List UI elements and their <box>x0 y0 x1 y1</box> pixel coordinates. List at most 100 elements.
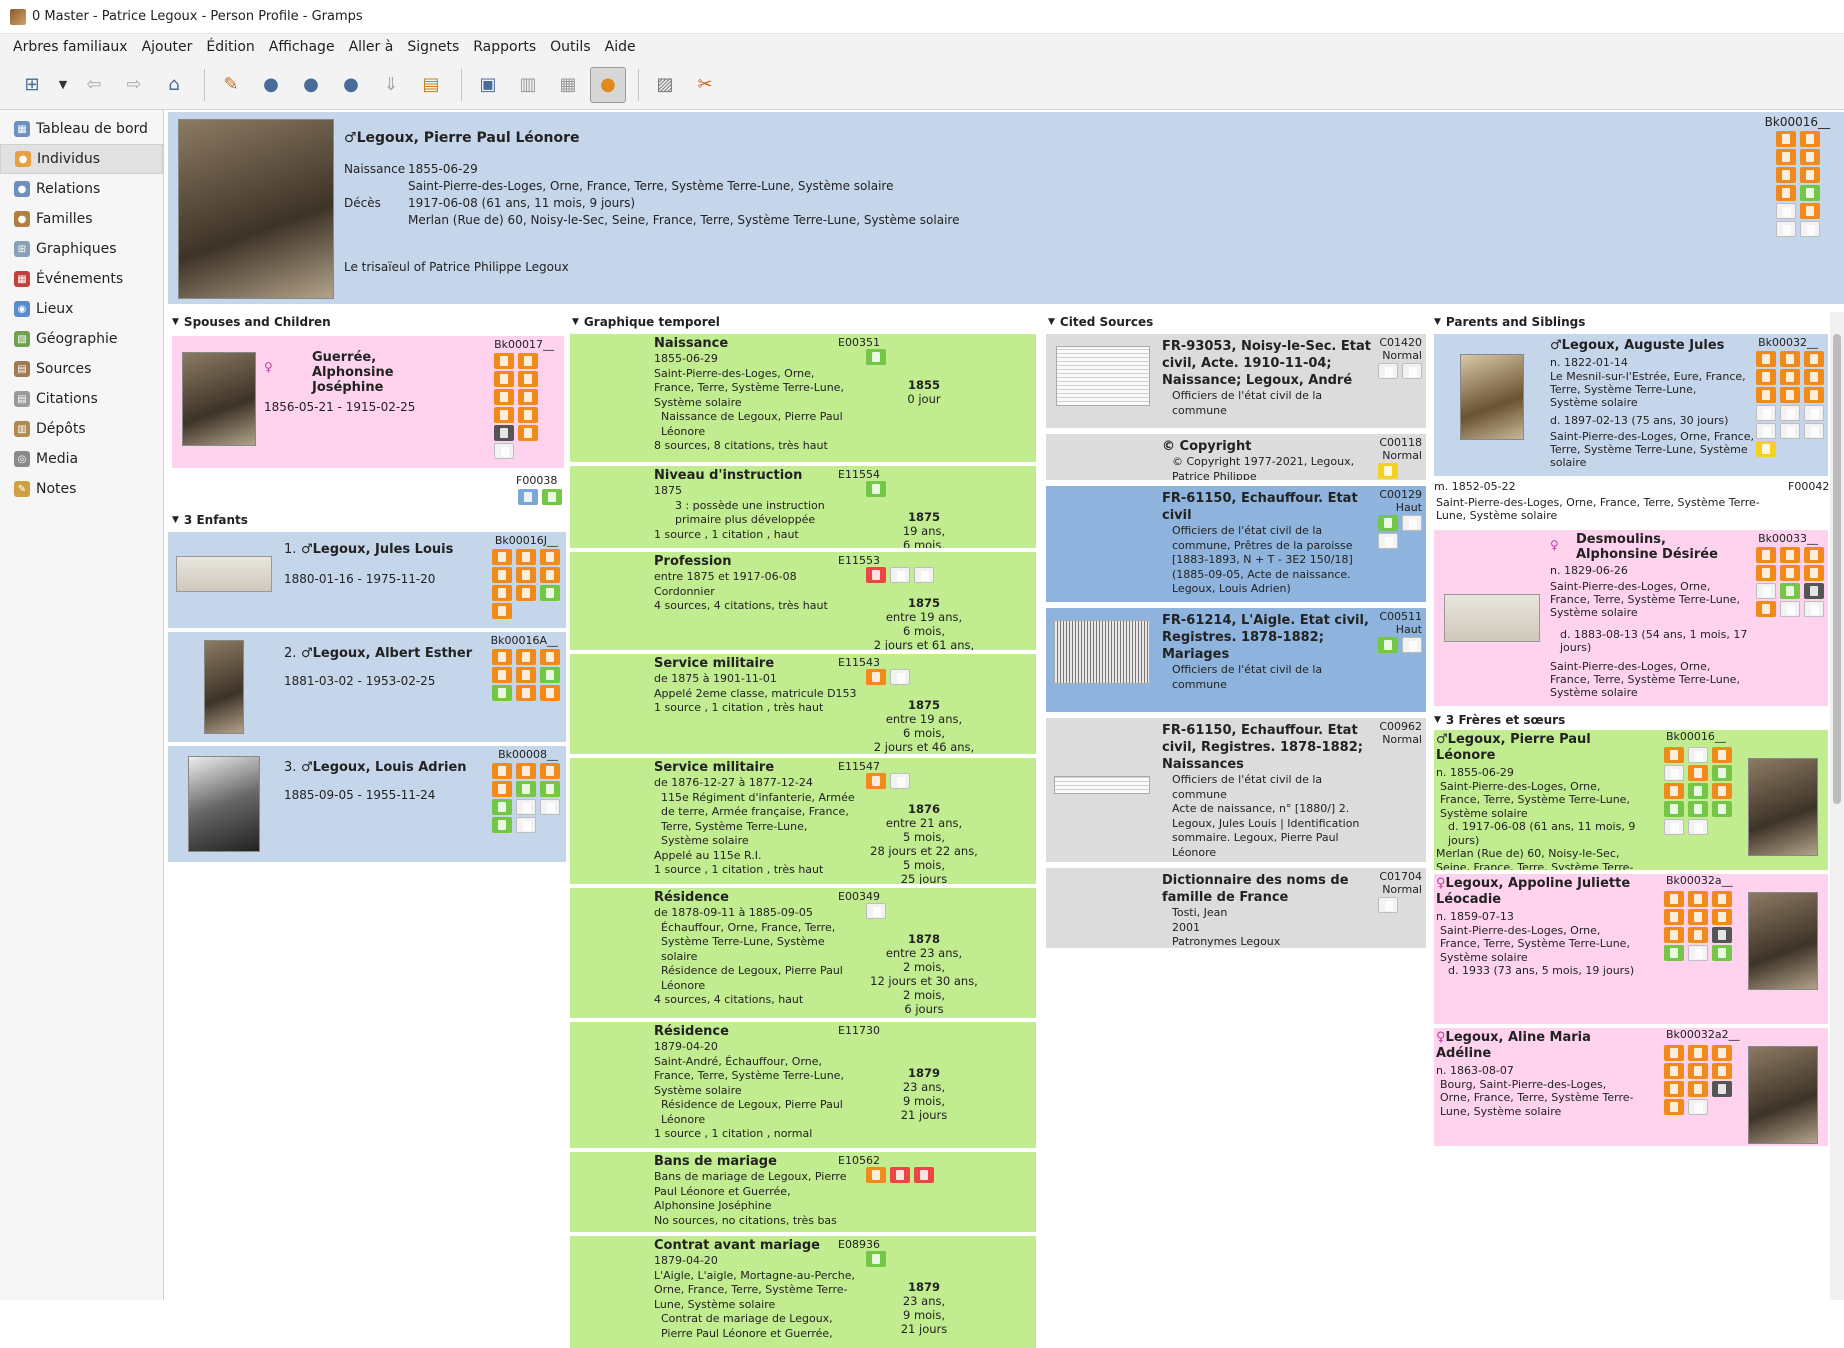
child-card-1[interactable]: 1. ♂Legoux, Jules Louis 1880-01-16 - 197… <box>168 532 566 628</box>
event-detail-line: entre 1875 et 1917-06-08 <box>654 570 797 583</box>
back-icon[interactable]: ⇦ <box>76 67 112 103</box>
event-details: 1879-04-20 Saint-André, Échauffour, Orne,… <box>654 1040 874 1142</box>
families-icon: ● <box>14 211 30 227</box>
sibling-card[interactable]: ♀Legoux, Appoline Juliette Léocadie n. 18… <box>1434 874 1828 1024</box>
person-add-icon[interactable]: ● <box>253 67 289 103</box>
children-heading[interactable]: ▼ 3 Enfants <box>168 510 468 530</box>
sources-column: ▼ Cited Sources FR-93053, Noisy-le-Sec. E… <box>1044 312 1426 948</box>
scissors-icon[interactable]: ✂ <box>687 67 723 103</box>
menu-ajouter[interactable]: Ajouter <box>135 39 200 55</box>
import-icon[interactable]: ⇓ <box>373 67 409 103</box>
parents-column: ▼ Parents and Siblings ♂Legoux, Auguste J… <box>1430 312 1830 1146</box>
person-set-icon[interactable]: ● <box>293 67 329 103</box>
sibling-card[interactable]: ♀Legoux, Aline Maria Adéline n. 1863-08-0… <box>1434 1028 1828 1146</box>
source-id: C00129 Haut <box>1379 488 1422 514</box>
source-detail-line: Patronymes Legoux <box>1172 935 1281 948</box>
people-icon[interactable]: ● <box>333 67 369 103</box>
death-place[interactable]: Merlan (Rue de) 60, Noisy-le-Sec, Seine,… <box>408 213 959 227</box>
places-icon: ◉ <box>14 301 30 317</box>
sidebar-item-citations[interactable]: ▤ Citations <box>0 384 163 414</box>
source-card[interactable]: FR-61214, L'Aigle. Etat civil, Registres… <box>1046 608 1426 712</box>
vertical-scrollbar[interactable] <box>1830 312 1844 1300</box>
spouse-card[interactable]: ♀ Guerrée, Alphonsine Joséphine 1856-05-… <box>172 336 564 468</box>
sibling-card[interactable]: ♂Legoux, Pierre Paul Léonore n. 1855-06-2… <box>1434 730 1828 870</box>
timeline-event[interactable]: Résidence E11730 1879-04-20 Saint-André, Éc… <box>570 1022 1036 1148</box>
timeline-event[interactable]: Service militaire E11543 de 1875 à 1901-11… <box>570 654 1036 754</box>
father-card[interactable]: ♂Legoux, Auguste Jules n. 1822-01-14 Le … <box>1434 334 1828 476</box>
sibling-death: d. 1917-06-08 (61 ans, 11 mois, 9 jours) <box>1448 820 1636 847</box>
edit-icon[interactable]: ✎ <box>213 67 249 103</box>
home-icon[interactable]: ⌂ <box>156 67 192 103</box>
timeline-heading[interactable]: ▼ Graphique temporel <box>568 312 1048 332</box>
sources-heading[interactable]: ▼ Cited Sources <box>1044 312 1426 332</box>
event-detail-line: primaire plus développée <box>654 513 816 526</box>
tag-icon <box>1688 927 1708 943</box>
sidebar-item-repositories[interactable]: ▥ Dépôts <box>0 414 163 444</box>
sidebar-item-events[interactable]: ▦ Événements <box>0 264 163 294</box>
child-dates: 1881-03-02 - 1953-02-25 <box>284 674 436 688</box>
menu-rapports[interactable]: Rapports <box>466 39 543 55</box>
event-detail-line: Terre, Système Terre-Lune, <box>654 819 808 833</box>
timeline-event[interactable]: Naissance E00351 1855-06-29 Saint-Pierre-de… <box>570 334 1036 462</box>
person-photo[interactable] <box>178 119 334 299</box>
config-view-icon[interactable]: ▣ <box>470 67 506 103</box>
siblings-heading[interactable]: ▼ 3 Frères et sœurs <box>1430 710 1730 730</box>
menu-signets[interactable]: Signets <box>400 39 466 55</box>
sidebar-item-notes[interactable]: ✎ Notes <box>0 474 163 504</box>
sidebar-item-geography[interactable]: ▧ Géographie <box>0 324 163 354</box>
birth-place[interactable]: Saint-Pierre-des-Loges, Orne, France, Te… <box>408 179 893 193</box>
dropdown-arrow-icon[interactable]: ▼ <box>54 67 72 103</box>
sibling-photo <box>1748 892 1818 990</box>
timeline-event[interactable]: Service militaire E11547 de 1876-12-27 à 1… <box>570 758 1036 884</box>
event-title: Profession <box>654 554 732 569</box>
event-age-line: entre 19 ans, <box>885 610 963 624</box>
forward-icon[interactable]: ⇨ <box>116 67 152 103</box>
menu-aller[interactable]: Aller à <box>342 39 401 55</box>
sidebar-item-media[interactable]: ◎ Media <box>0 444 163 474</box>
menu-aide[interactable]: Aide <box>598 39 643 55</box>
sidebar-toggle-icon[interactable]: ▥ <box>510 67 546 103</box>
child-card-2[interactable]: 2. ♂Legoux, Albert Esther 1881-03-02 - 1… <box>168 632 566 742</box>
scrollbar-thumb[interactable] <box>1833 334 1841 804</box>
sidebar-item-families[interactable]: ● Familles <box>0 204 163 234</box>
timeline-event[interactable]: Résidence E00349 de 1878-09-11 à 1885-09-0… <box>570 888 1036 1018</box>
sibling-name: ♂Legoux, Pierre Paul Léonore <box>1436 732 1591 763</box>
menu-affichage[interactable]: Affichage <box>262 39 342 55</box>
media-icon[interactable]: ▨ <box>647 67 683 103</box>
menu-edition[interactable]: Édition <box>199 39 261 55</box>
source-card[interactable]: © Copyright C00118 Normal © Copyright 1977-… <box>1046 434 1426 480</box>
spouses-heading[interactable]: ▼ Spouses and Children <box>168 312 566 332</box>
person-name[interactable]: ♂Legoux, Pierre Paul Léonore <box>344 130 580 146</box>
mother-card[interactable]: ♀ Desmoulins, Alphonsine Désirée n. 1829… <box>1434 530 1828 706</box>
sidebar-item-relationships[interactable]: ● Relations <box>0 174 163 204</box>
tag-icons <box>864 1166 944 1184</box>
menu-outils[interactable]: Outils <box>543 39 597 55</box>
timeline-event[interactable]: Bans de mariage E10562 Bans de mariage de … <box>570 1152 1036 1232</box>
source-card[interactable]: FR-61150, Echauffour. Etat civil C00129 Ha… <box>1046 486 1426 602</box>
sidebar-item-sources[interactable]: ▤ Sources <box>0 354 163 384</box>
sidebar-item-places[interactable]: ◉ Lieux <box>0 294 163 324</box>
sibling-birth: n. 1859-07-13 <box>1436 910 1514 923</box>
timeline-event[interactable]: Contrat avant mariage E08936 1879-04-20 L'A… <box>570 1236 1036 1348</box>
source-detail-line: Acte de naissance, n° [1880/] 2. <box>1172 802 1350 815</box>
family-trees-icon[interactable]: ⊞ <box>14 67 50 103</box>
bottombar-toggle-icon[interactable]: ▦ <box>550 67 586 103</box>
event-title: Résidence <box>654 890 729 905</box>
person-profile-icon[interactable]: ● <box>590 66 626 103</box>
parents-heading[interactable]: ▼ Parents and Siblings <box>1430 312 1830 332</box>
sidebar-item-charts[interactable]: ⊞ Graphiques <box>0 234 163 264</box>
birth-label: Naissance <box>344 162 406 176</box>
source-card[interactable]: FR-61150, Echauffour. Etat civil, Regist… <box>1046 718 1426 862</box>
child-card-3[interactable]: 3. ♂Legoux, Louis Adrien 1885-09-05 - 19… <box>168 746 566 862</box>
menu-arbres[interactable]: Arbres familiaux <box>6 39 135 55</box>
source-card[interactable]: Dictionnaire des noms de famille de Fran… <box>1046 868 1426 948</box>
sidebar-item-people[interactable]: ● Individus <box>0 144 163 174</box>
event-age: 1855 0 jour <box>870 378 978 406</box>
tag-icons <box>864 668 944 686</box>
sidebar-item-dashboard[interactable]: ▦ Tableau de bord <box>0 114 163 144</box>
clipboard-icon[interactable]: ▤ <box>413 67 449 103</box>
timeline-event[interactable]: Niveau d'instruction E11554 1875 3 : possè… <box>570 466 1036 548</box>
timeline-event[interactable]: Profession E11553 entre 1875 et 1917-06-08… <box>570 552 1036 650</box>
source-detail-line: [1883-1893, N + T - 3E2 150/18] <box>1172 553 1353 566</box>
source-card[interactable]: FR-93053, Noisy-le-Sec. Etat civil, Acte… <box>1046 334 1426 428</box>
